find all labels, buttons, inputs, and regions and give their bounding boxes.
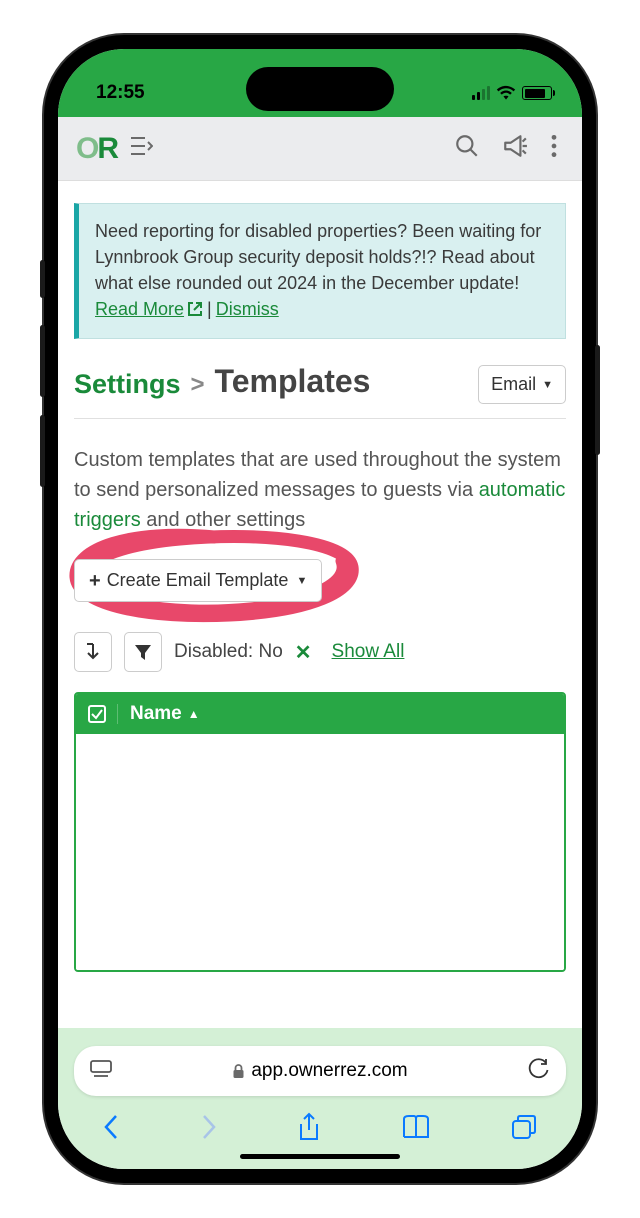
- phone-screen: 12:55 OR: [58, 49, 582, 1169]
- announcement-text: Need reporting for disabled properties? …: [95, 221, 541, 293]
- templates-table: Name ▲: [74, 692, 566, 972]
- share-icon[interactable]: [297, 1112, 321, 1147]
- browser-chrome: app.ownerrez.com: [58, 1028, 582, 1169]
- menu-toggle-icon[interactable]: [131, 137, 153, 161]
- status-indicators: [472, 85, 552, 101]
- reload-icon[interactable]: [528, 1058, 550, 1085]
- filter-button[interactable]: [124, 632, 162, 672]
- type-filter-dropdown[interactable]: Email ▼: [478, 365, 566, 404]
- name-column-header[interactable]: Name ▲: [118, 703, 200, 725]
- separator: |: [203, 299, 216, 319]
- bookmarks-icon[interactable]: [401, 1114, 431, 1145]
- reorder-button[interactable]: [74, 632, 112, 672]
- table-body-empty: [76, 734, 564, 970]
- page-content: Need reporting for disabled properties? …: [58, 181, 582, 1028]
- page-title: Templates: [215, 363, 371, 400]
- page-description: Custom templates that are used throughou…: [74, 445, 566, 535]
- tabs-icon[interactable]: [510, 1113, 538, 1146]
- clear-filter-icon[interactable]: ✕: [295, 640, 312, 665]
- status-time: 12:55: [96, 82, 145, 104]
- dynamic-island: [246, 67, 394, 111]
- breadcrumb-settings-link[interactable]: Settings: [74, 369, 181, 400]
- more-menu-icon[interactable]: [544, 127, 564, 170]
- lock-icon: [232, 1064, 245, 1079]
- volume-button: [40, 260, 45, 298]
- volume-button: [40, 325, 45, 397]
- disabled-filter-label: Disabled: No: [174, 641, 283, 663]
- select-all-checkbox[interactable]: [76, 704, 118, 724]
- create-row: + Create Email Template ▼: [74, 559, 566, 602]
- phone-frame: 12:55 OR: [44, 35, 596, 1183]
- plus-icon: +: [89, 571, 101, 591]
- app-logo[interactable]: OR: [76, 132, 117, 166]
- caret-down-icon: ▼: [296, 575, 307, 587]
- wifi-icon: [496, 85, 516, 101]
- table-header: Name ▲: [76, 694, 564, 734]
- show-all-link[interactable]: Show All: [332, 641, 405, 663]
- breadcrumb: Settings > Templates Email ▼: [74, 365, 566, 404]
- breadcrumb-separator: >: [191, 371, 205, 399]
- logo-letter-r: R: [97, 132, 117, 166]
- create-email-template-button[interactable]: + Create Email Template ▼: [74, 559, 322, 602]
- announcement-banner: Need reporting for disabled properties? …: [74, 203, 566, 339]
- safari-toolbar: [74, 1096, 566, 1155]
- sort-ascending-icon: ▲: [188, 707, 200, 721]
- caret-down-icon: ▼: [542, 379, 553, 391]
- battery-icon: [522, 86, 552, 100]
- reader-mode-icon[interactable]: [90, 1060, 112, 1083]
- url-display: app.ownerrez.com: [126, 1060, 514, 1082]
- search-icon[interactable]: [448, 127, 486, 170]
- power-button: [595, 345, 600, 455]
- dismiss-link[interactable]: Dismiss: [216, 299, 279, 319]
- app-header: OR: [58, 117, 582, 181]
- table-filter-row: Disabled: No ✕ Show All: [74, 632, 566, 672]
- type-filter-label: Email: [491, 374, 536, 395]
- back-icon[interactable]: [102, 1113, 120, 1146]
- logo-letter-o: O: [76, 132, 97, 166]
- divider: [74, 418, 566, 419]
- create-button-label: Create Email Template: [107, 570, 289, 591]
- external-link-icon: [187, 298, 203, 324]
- megaphone-icon[interactable]: [496, 127, 534, 170]
- home-indicator[interactable]: [240, 1154, 400, 1159]
- url-bar[interactable]: app.ownerrez.com: [74, 1046, 566, 1096]
- read-more-link[interactable]: Read More: [95, 299, 203, 319]
- forward-icon[interactable]: [200, 1113, 218, 1146]
- volume-button: [40, 415, 45, 487]
- cellular-signal-icon: [472, 86, 490, 100]
